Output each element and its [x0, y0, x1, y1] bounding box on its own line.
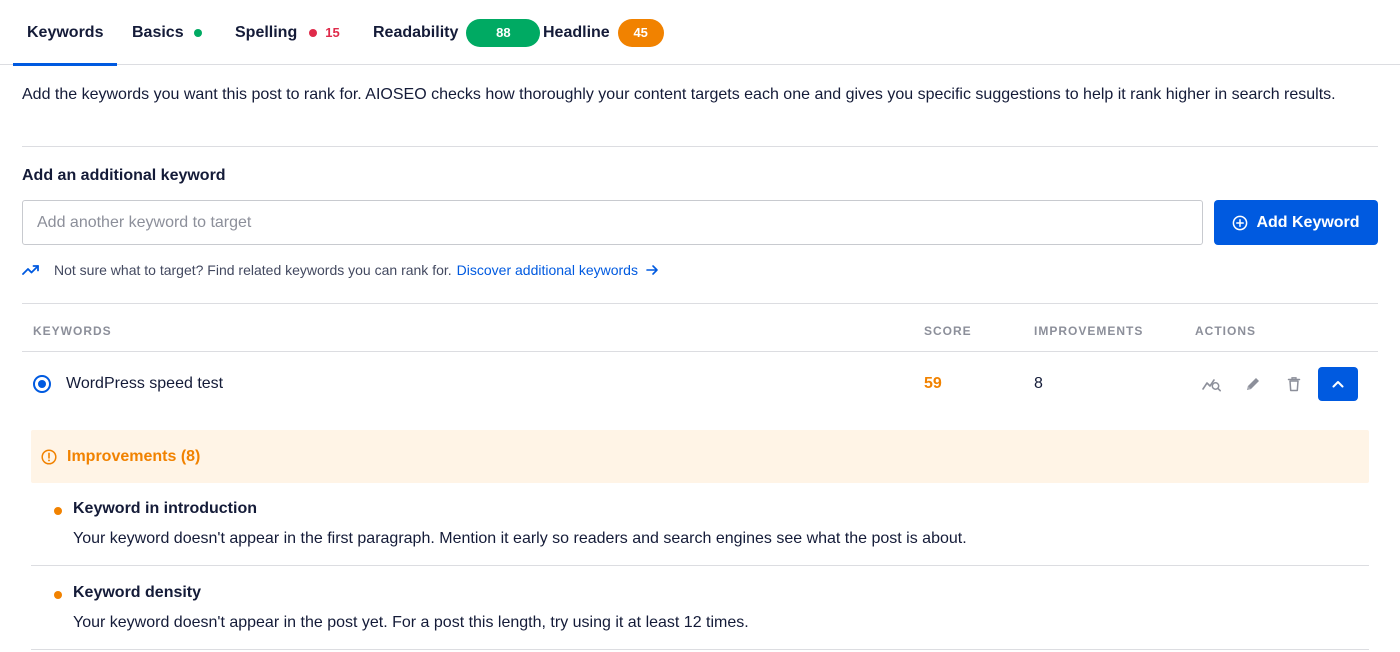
- improvements-title: Improvements (8): [67, 447, 201, 465]
- chevron-up-icon: [1332, 380, 1344, 388]
- tab-keywords-label: Keywords: [27, 23, 104, 41]
- intro-text: Add the keywords you want this post to r…: [22, 86, 1336, 103]
- divider: [31, 565, 1369, 566]
- keyword-input[interactable]: [22, 200, 1203, 245]
- discover-keywords-link-label: Discover additional keywords: [456, 262, 638, 278]
- improvement-description: Your keyword doesn't appear in the post …: [73, 614, 749, 631]
- add-keyword-button-label: Add Keyword: [1256, 213, 1360, 231]
- divider: [31, 649, 1369, 650]
- tab-keywords[interactable]: Keywords: [12, 0, 119, 66]
- headline-score-badge: 45: [617, 18, 664, 47]
- trash-icon[interactable]: [1282, 372, 1306, 396]
- column-header-actions: ACTIONS: [1195, 324, 1256, 338]
- tab-bar: Keywords Basics Spelling 15 Readability …: [0, 0, 1400, 66]
- column-header-improvements: IMPROVEMENTS: [1034, 324, 1144, 338]
- tab-readability-label: Readability: [373, 23, 459, 41]
- alert-circle-icon: [41, 448, 57, 465]
- search-trend-icon[interactable]: [1200, 372, 1224, 396]
- tab-headline-label: Headline: [543, 23, 610, 41]
- add-keyword-label: Add an additional keyword: [22, 167, 226, 184]
- hint-text: Not sure what to target? Find related ke…: [54, 262, 452, 278]
- warning-bullet: [54, 591, 62, 599]
- pencil-icon[interactable]: [1241, 372, 1265, 396]
- improvement-title: Keyword density: [73, 584, 202, 601]
- tab-headline[interactable]: Headline 45: [543, 0, 664, 65]
- keyword-hint: Not sure what to target? Find related ke…: [22, 262, 659, 278]
- keyword-improvements-count: 8: [1034, 375, 1043, 392]
- tab-readability[interactable]: Readability 88: [373, 0, 541, 65]
- tab-basics[interactable]: Basics: [132, 0, 202, 65]
- spelling-error-count: 15: [325, 25, 340, 40]
- keyword-name: WordPress speed test: [66, 375, 224, 392]
- tab-spelling-label: Spelling: [235, 23, 298, 41]
- basics-status-dot: [193, 28, 202, 37]
- warning-bullet: [54, 507, 62, 515]
- column-header-keywords: KEYWORDS: [33, 324, 112, 338]
- table-row: WordPress speed test 59 8: [22, 352, 1378, 416]
- add-keyword-button[interactable]: Add Keyword: [1214, 200, 1378, 245]
- keyword-score: 59: [924, 375, 942, 392]
- improvements-header: Improvements (8): [31, 430, 1369, 483]
- discover-keywords-link[interactable]: Discover additional keywords: [457, 262, 659, 278]
- divider: [22, 303, 1378, 304]
- spelling-status-dot: [309, 28, 318, 37]
- readability-score-badge: 88: [466, 18, 541, 47]
- tab-spelling[interactable]: Spelling 15: [235, 0, 340, 65]
- tab-basics-label: Basics: [132, 23, 184, 41]
- improvement-title: Keyword in introduction: [73, 500, 257, 517]
- arrow-right-icon: [646, 264, 659, 276]
- trending-up-icon: [22, 263, 40, 277]
- divider: [22, 146, 1378, 147]
- improvement-description: Your keyword doesn't appear in the first…: [73, 530, 967, 547]
- keyword-select-radio[interactable]: [33, 375, 51, 393]
- collapse-row-button[interactable]: [1318, 367, 1358, 401]
- plus-circle-icon: [1232, 215, 1248, 231]
- column-header-score: SCORE: [924, 324, 972, 338]
